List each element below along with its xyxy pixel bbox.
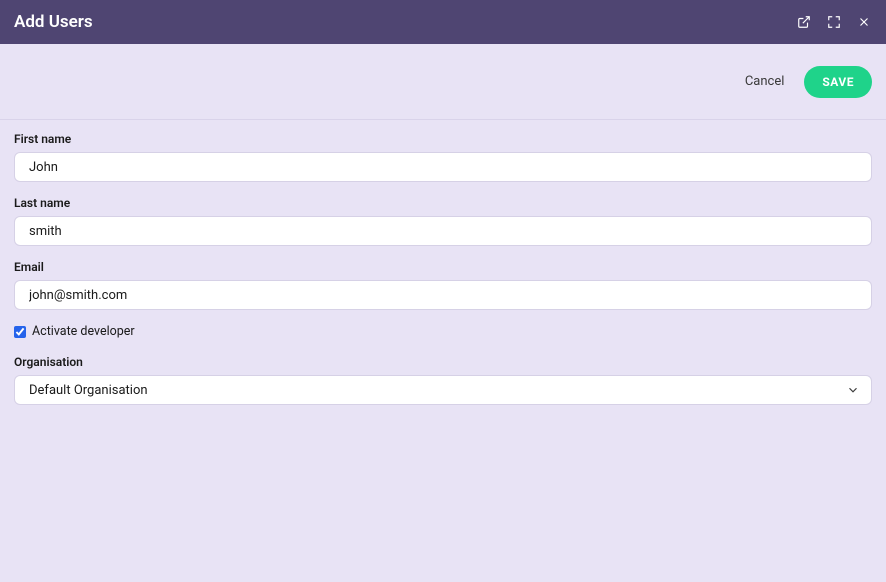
email-label: Email: [14, 260, 872, 274]
cancel-button[interactable]: Cancel: [745, 74, 785, 89]
modal-titlebar: Add Users: [0, 0, 886, 44]
last-name-label: Last name: [14, 196, 872, 210]
organisation-select-wrapper: Default Organisation: [14, 375, 872, 405]
action-bar: Cancel SAVE: [0, 44, 886, 120]
save-button[interactable]: SAVE: [804, 66, 872, 98]
organisation-group: Organisation Default Organisation: [14, 355, 872, 405]
email-group: Email: [14, 260, 872, 310]
organisation-select[interactable]: Default Organisation: [14, 375, 872, 405]
activate-developer-label[interactable]: Activate developer: [32, 324, 135, 339]
first-name-label: First name: [14, 132, 872, 146]
modal-title: Add Users: [14, 12, 93, 32]
organisation-label: Organisation: [14, 355, 872, 369]
activate-developer-group: Activate developer: [14, 324, 872, 339]
first-name-input[interactable]: [14, 152, 872, 182]
titlebar-actions: [796, 14, 872, 30]
maximize-icon[interactable]: [826, 14, 842, 30]
close-icon[interactable]: [856, 14, 872, 30]
last-name-input[interactable]: [14, 216, 872, 246]
activate-developer-checkbox[interactable]: [14, 326, 26, 338]
first-name-group: First name: [14, 132, 872, 182]
last-name-group: Last name: [14, 196, 872, 246]
form-body: First name Last name Email Activate deve…: [0, 120, 886, 431]
email-input[interactable]: [14, 280, 872, 310]
external-link-icon[interactable]: [796, 14, 812, 30]
